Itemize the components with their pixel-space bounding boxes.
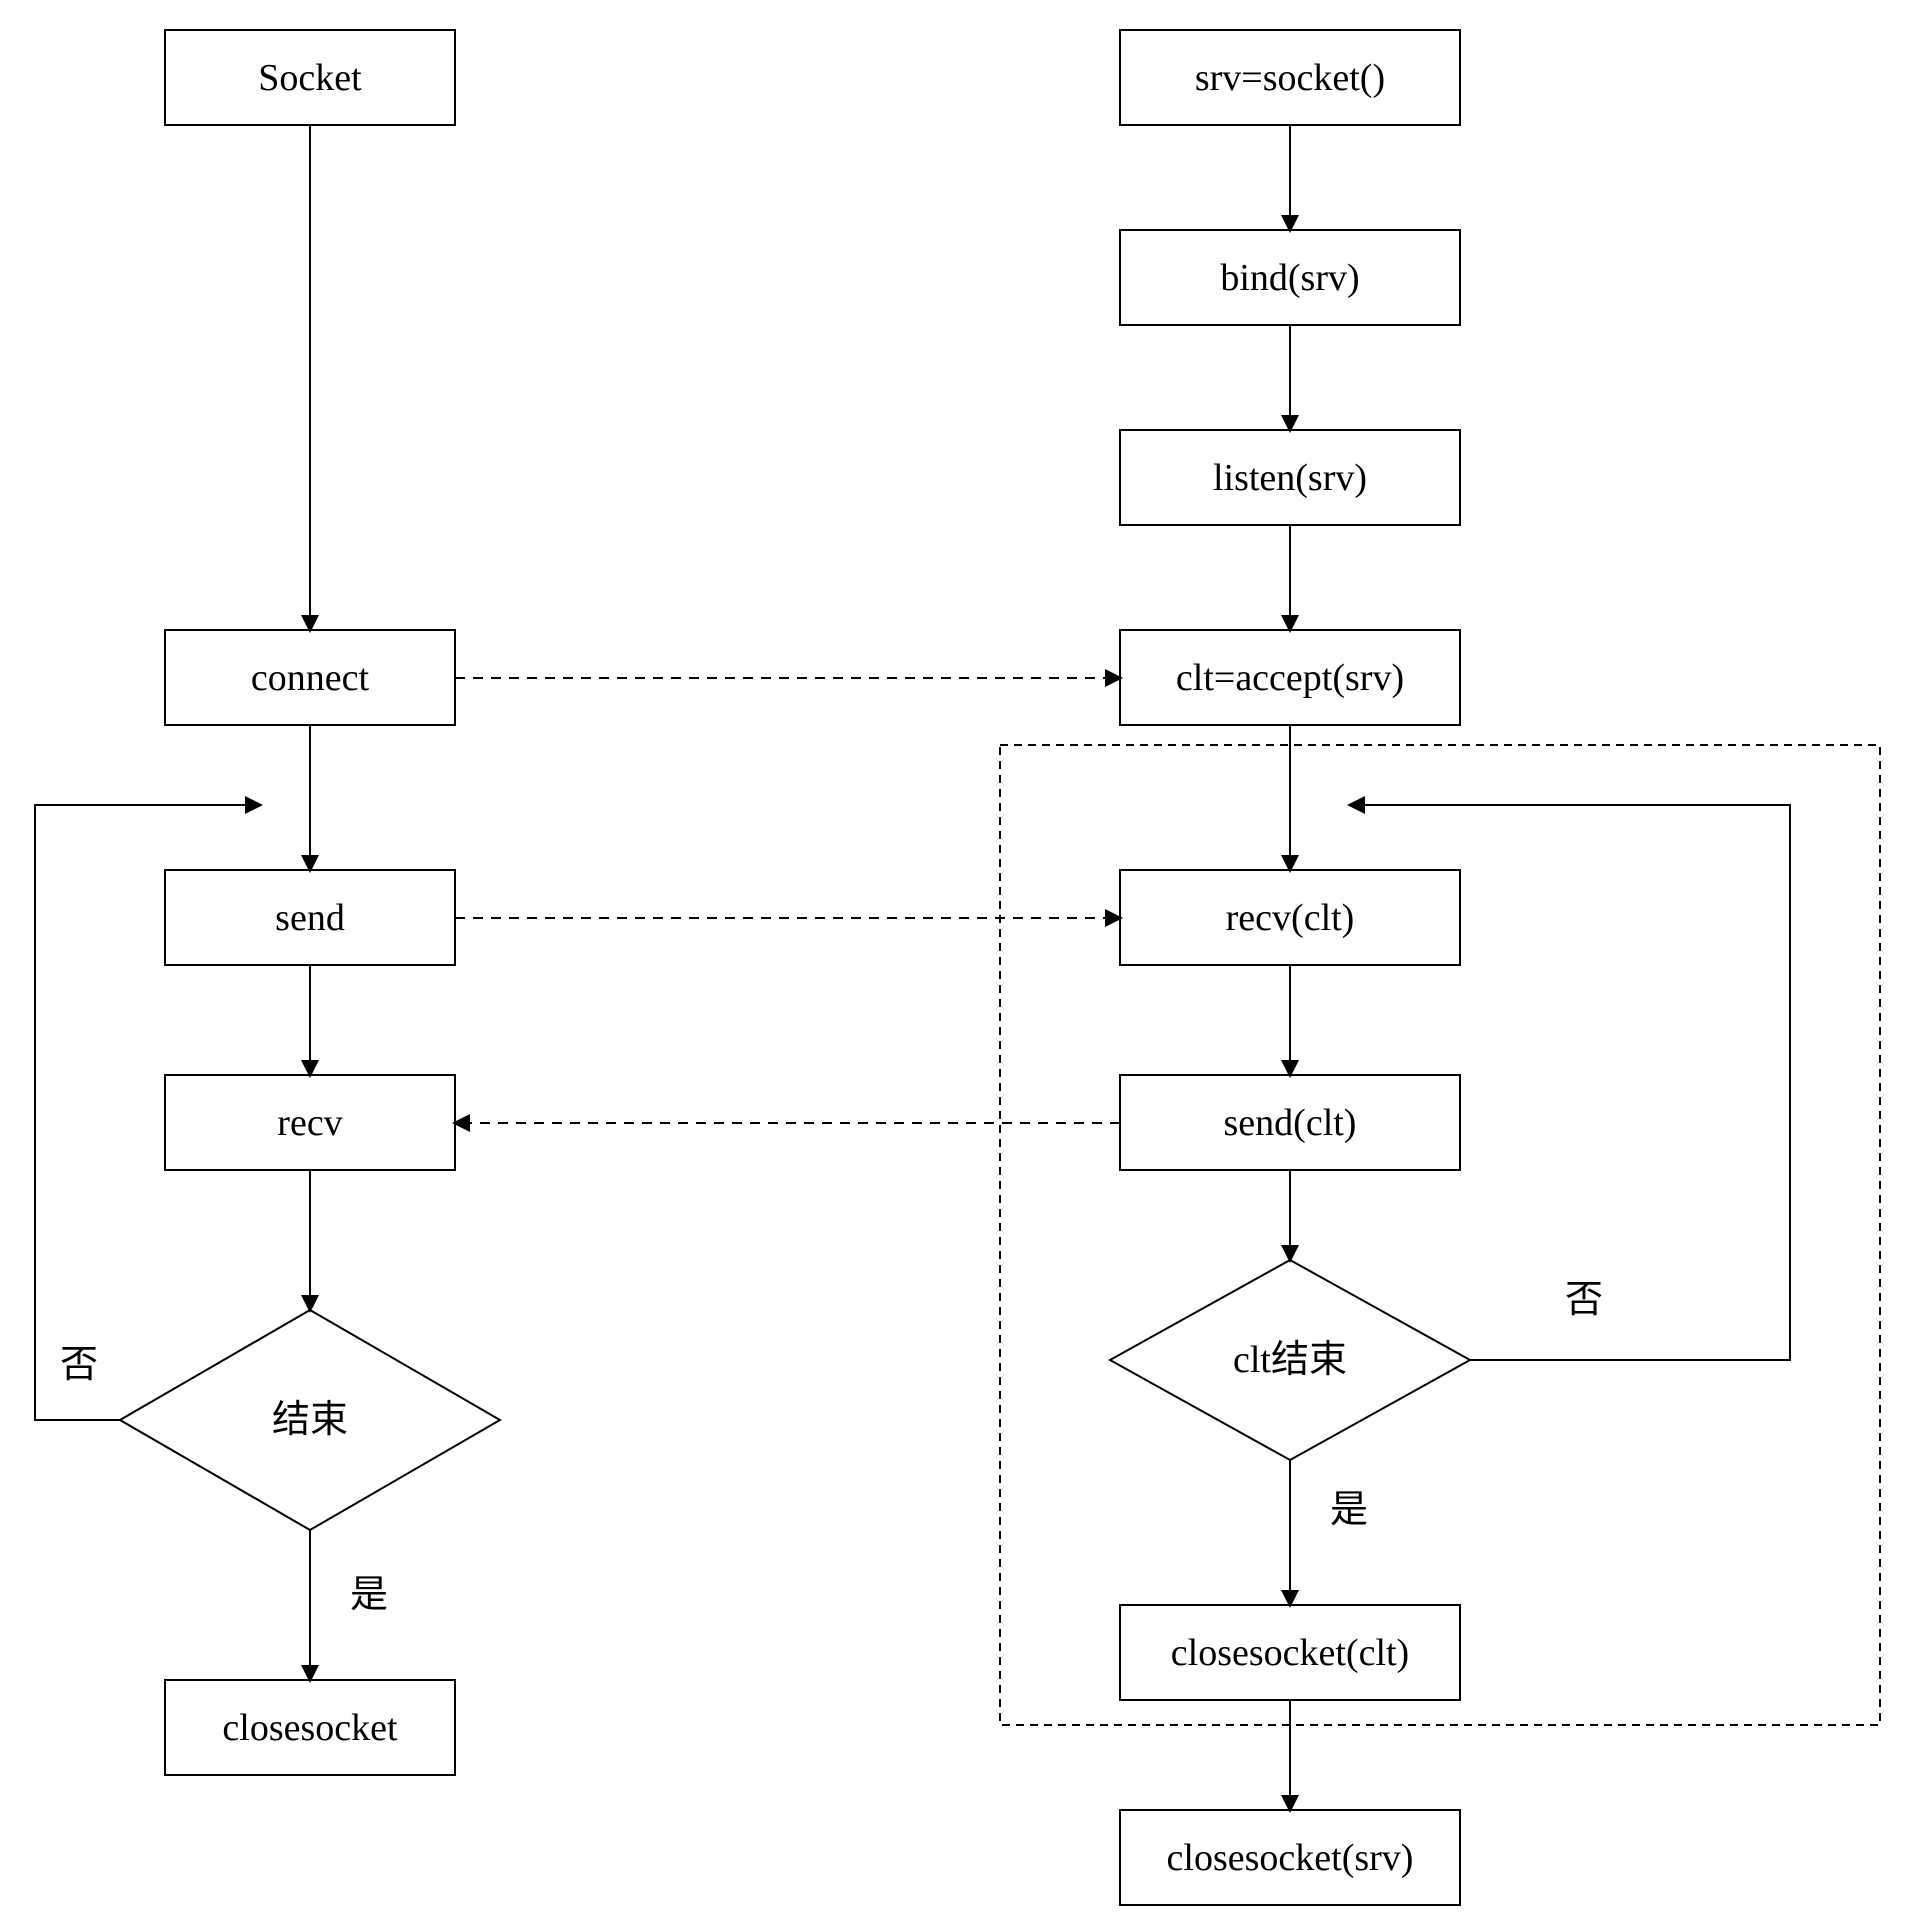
label-connect: connect [251, 657, 370, 699]
label-closesocket: closesocket [222, 1707, 398, 1749]
flowchart: srv=socket() bind(srv) listen(srv) clt=a… [0, 0, 1928, 1928]
label-client-yes: 是 [350, 1574, 388, 1616]
label-clt-end: clt结束 [1233, 1339, 1347, 1381]
label-socket: Socket [258, 57, 362, 99]
label-srv-yes: 是 [1330, 1489, 1368, 1531]
label-srv-socket: srv=socket() [1195, 57, 1385, 99]
label-send-clt: send(clt) [1224, 1102, 1357, 1144]
label-recv-clt: recv(clt) [1226, 897, 1355, 939]
label-close-srv: closesocket(srv) [1167, 1837, 1414, 1879]
label-srv-no: 否 [1565, 1279, 1603, 1321]
label-accept: clt=accept(srv) [1176, 657, 1404, 699]
label-send: send [275, 897, 345, 939]
label-close-clt: closesocket(clt) [1171, 1632, 1409, 1674]
label-recv: recv [277, 1102, 342, 1144]
label-listen: listen(srv) [1213, 457, 1367, 499]
label-end: 结束 [272, 1399, 348, 1441]
label-client-no: 否 [60, 1344, 98, 1386]
label-bind: bind(srv) [1220, 257, 1359, 299]
